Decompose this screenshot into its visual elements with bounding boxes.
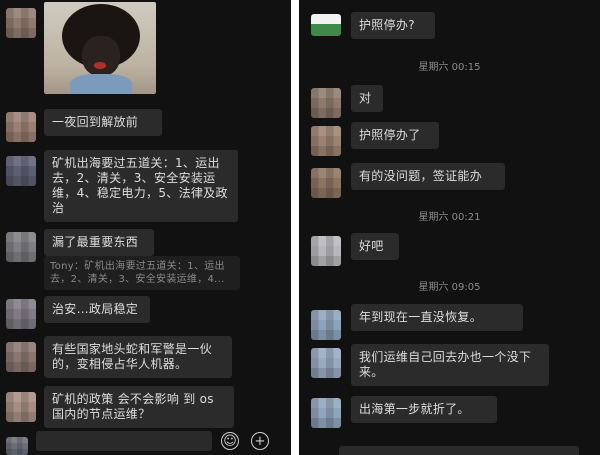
message-bubble[interactable]: 我们运维自己回去办也一个没下来。 xyxy=(351,344,549,386)
right-chat-panel: 护照停办? 星期六 00:15 对 护照停办了 有的没问题，签证能办 星期六 0… xyxy=(299,0,600,455)
quoted-text: Tony：矿机出海要过五道关：1、运出去，2、清关，3、安全安装运维，4... xyxy=(50,261,225,285)
child-photo-image[interactable] xyxy=(44,2,156,94)
avatar[interactable] xyxy=(6,232,36,262)
quoted-message[interactable]: Tony：矿机出海要过五道关：1、运出去，2、清关，3、安全安装运维，4... xyxy=(44,256,240,290)
message-text: 有些国家地头蛇和军警是一伙的，变相侵占华人机器。 xyxy=(52,342,212,371)
avatar[interactable] xyxy=(311,126,341,156)
message-bubble[interactable]: 治安…政局稳定 xyxy=(44,296,150,323)
message-text: 对 xyxy=(359,91,372,105)
message-text: 矿机的政策 会不会影响 到 os 国内的节点运维？ xyxy=(52,392,214,421)
message-text: 矿机出海要过五道关：1、运出去，2、清关，3、安全安装运维，4、稳定电力，5、法… xyxy=(52,156,228,215)
message-text: 护照停办? xyxy=(359,18,415,32)
avatar[interactable] xyxy=(6,342,36,372)
message-bubble[interactable]: 漏了最重要东西 xyxy=(44,229,154,256)
message-bubble[interactable]: 一夜回到解放前 xyxy=(44,109,162,136)
message-text: 护照停办了 xyxy=(359,128,421,142)
avatar[interactable] xyxy=(311,236,341,266)
message-bubble[interactable]: 矿机出海要过五道关：1、运出去，2、清关，3、安全安装运维，4、稳定电力，5、法… xyxy=(44,150,238,222)
message-text: 漏了最重要东西 xyxy=(52,235,139,249)
avatar[interactable] xyxy=(311,168,341,198)
message-bubble[interactable]: 有些国家地头蛇和军警是一伙的，变相侵占华人机器。 xyxy=(44,336,232,378)
message-text: 治安…政局稳定 xyxy=(52,302,139,316)
avatar[interactable] xyxy=(6,112,36,142)
message-text: 出海第一步就折了。 xyxy=(359,402,470,416)
message-input[interactable] xyxy=(36,431,212,451)
emoji-button[interactable]: ☺ xyxy=(221,432,239,450)
plus-button[interactable]: + xyxy=(251,432,269,450)
message-bubble[interactable]: 护照停办? xyxy=(351,12,435,39)
avatar[interactable] xyxy=(6,156,36,186)
message-input[interactable] xyxy=(339,446,579,455)
message-bubble[interactable]: 年到现在一直没恢复。 xyxy=(351,304,523,331)
avatar[interactable] xyxy=(311,14,341,36)
message-bubble[interactable]: 有的没问题，签证能办 xyxy=(351,163,505,190)
message-text: 年到现在一直没恢复。 xyxy=(359,310,483,324)
message-bubble[interactable]: 对 xyxy=(351,85,383,112)
message-bubble[interactable]: 好吧 xyxy=(351,233,399,260)
message-text: 好吧 xyxy=(359,239,384,253)
message-text: 一夜回到解放前 xyxy=(52,115,139,129)
smiley-icon: ☺ xyxy=(223,434,237,449)
avatar[interactable] xyxy=(311,348,341,378)
avatar[interactable] xyxy=(311,310,341,340)
timestamp: 星期六 00:15 xyxy=(418,62,481,73)
message-bubble[interactable]: 出海第一步就折了。 xyxy=(351,396,497,423)
avatar[interactable] xyxy=(311,398,341,428)
avatar[interactable] xyxy=(6,299,36,329)
message-bubble[interactable]: 矿机的政策 会不会影响 到 os 国内的节点运维？ xyxy=(44,386,234,428)
plus-icon: + xyxy=(254,434,266,449)
message-bubble[interactable]: 护照停办了 xyxy=(351,122,439,149)
avatar[interactable] xyxy=(6,437,28,455)
timestamp: 星期六 09:05 xyxy=(418,282,481,293)
avatar[interactable] xyxy=(6,8,36,38)
timestamp: 星期六 00:21 xyxy=(418,212,481,223)
message-text: 我们运维自己回去办也一个没下来。 xyxy=(359,350,532,379)
message-text: 有的没问题，签证能办 xyxy=(359,169,483,183)
avatar[interactable] xyxy=(6,392,36,422)
avatar[interactable] xyxy=(311,88,341,118)
left-chat-panel: 一夜回到解放前 矿机出海要过五道关：1、运出去，2、清关，3、安全安装运维，4、… xyxy=(0,0,291,455)
